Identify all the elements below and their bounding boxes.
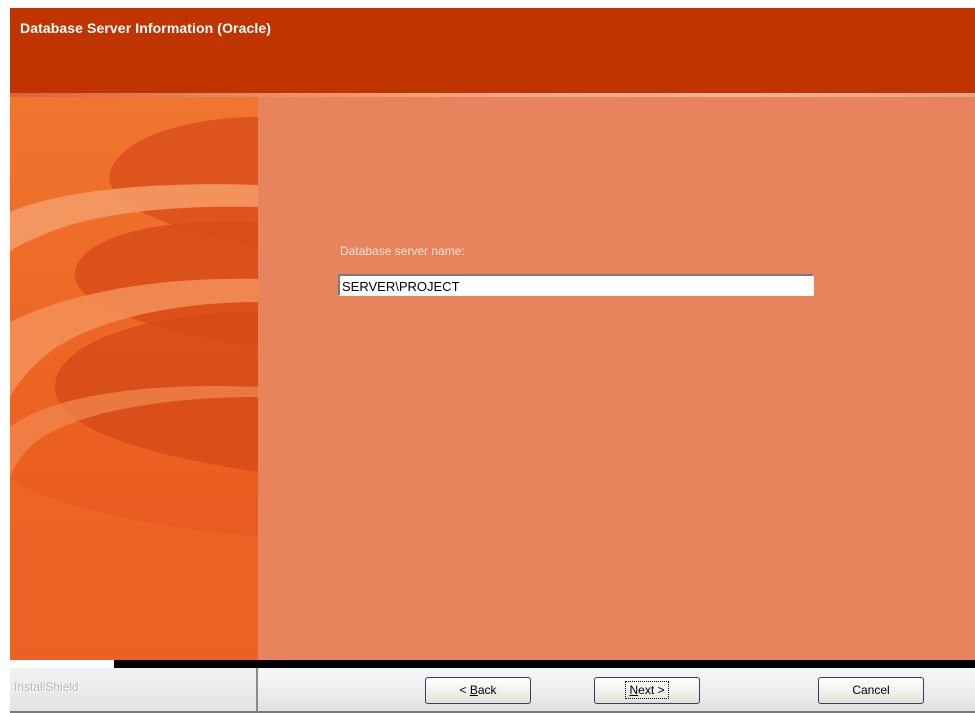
- server-name-label: Database server name:: [340, 244, 465, 258]
- content-panel: Database server name:: [258, 97, 975, 660]
- next-button[interactable]: Next >: [594, 677, 700, 704]
- back-prefix: <: [459, 683, 470, 697]
- cancel-button[interactable]: Cancel: [818, 677, 924, 704]
- server-name-input[interactable]: [338, 274, 814, 296]
- dialog-title: Database Server Information (Oracle): [20, 20, 272, 36]
- progress-strip-left: [10, 660, 114, 668]
- next-label-rest: ext >: [638, 683, 665, 697]
- back-button[interactable]: < Back: [425, 677, 531, 704]
- installer-dialog: Database Server Information (Oracle) Dat…: [0, 0, 975, 713]
- next-focus-ring: Next >: [625, 681, 669, 699]
- back-accel-key: B: [469, 683, 478, 697]
- installshield-brand: InstallShield: [14, 680, 79, 694]
- button-bar: InstallShield < Back Next > Cancel: [10, 668, 975, 713]
- side-decoration-image: [10, 97, 258, 660]
- next-accel-key: N: [629, 683, 639, 697]
- swoosh-graphic: [10, 97, 258, 660]
- brand-area: InstallShield: [10, 668, 258, 711]
- back-label-rest: ack: [477, 683, 497, 697]
- progress-strip: [10, 660, 975, 668]
- header-banner: Database Server Information (Oracle): [10, 8, 975, 93]
